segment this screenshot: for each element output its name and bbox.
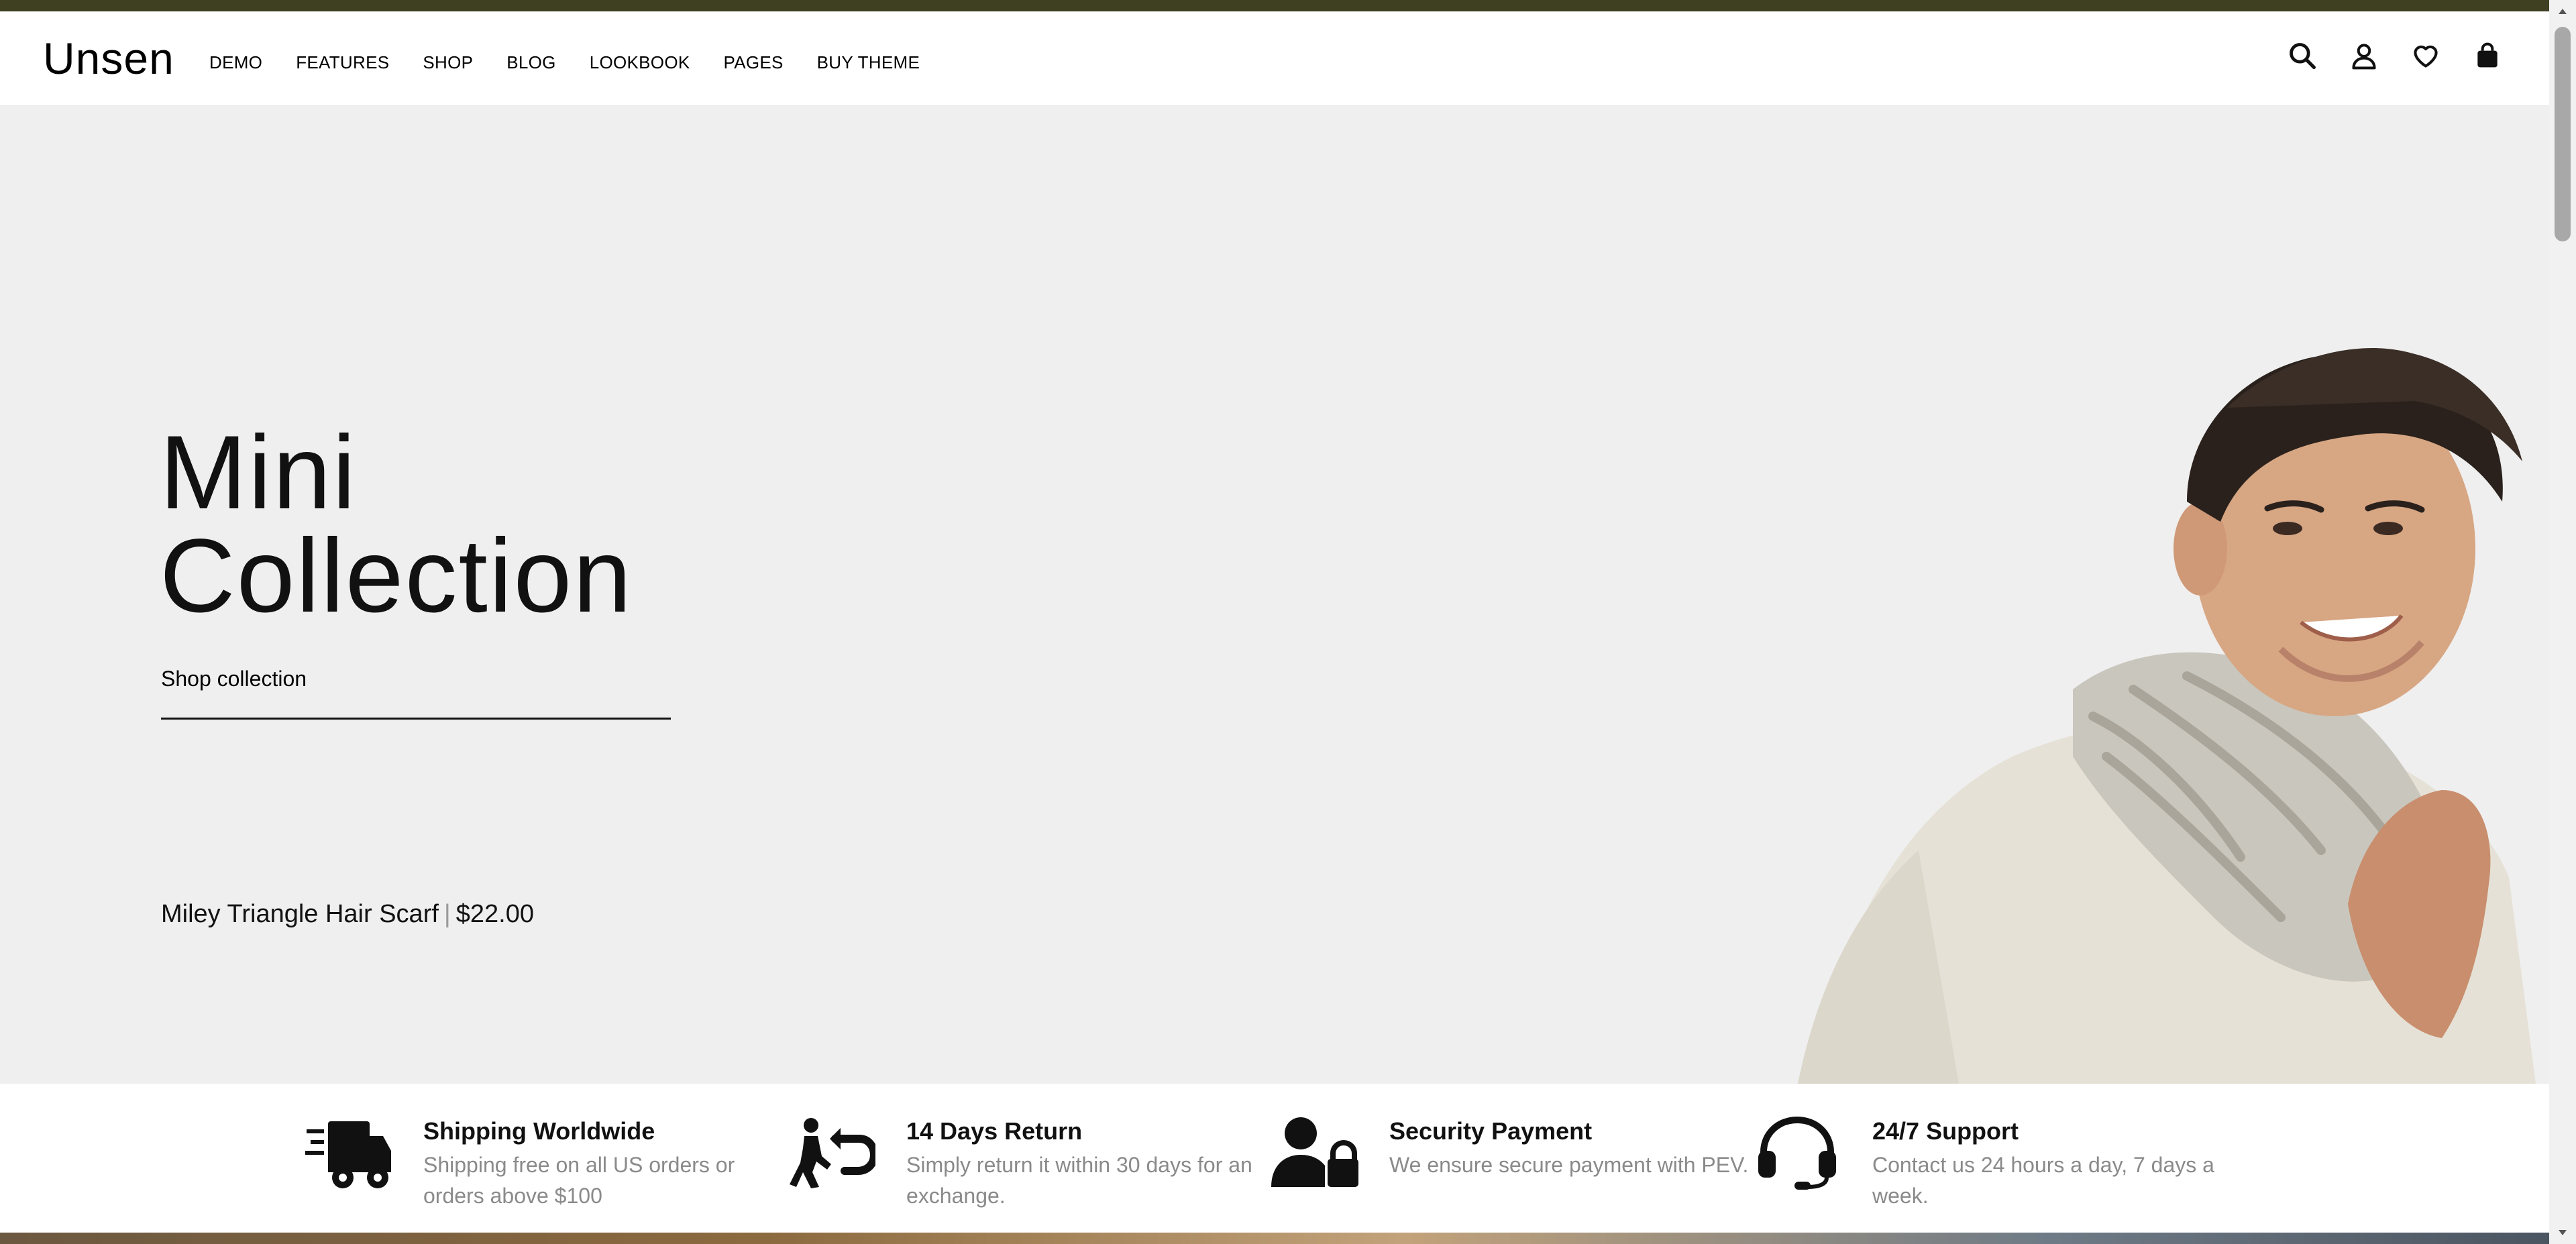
scroll-up-icon[interactable] — [2549, 0, 2576, 23]
hero-model-image — [1798, 348, 2536, 1084]
shop-collection-link[interactable]: Shop collection — [161, 664, 671, 720]
nav-pages[interactable]: PAGES — [723, 50, 783, 74]
site-header: Unsen DEMO FEATURES SHOP BLOG LOOKBOOK P… — [0, 11, 2549, 106]
announcement-bar — [0, 0, 2549, 11]
feature-title: Security Payment — [1389, 1117, 1593, 1145]
feature-desc: Shipping free on all US orders or orders… — [423, 1153, 735, 1208]
nav-shop[interactable]: SHOP — [423, 50, 473, 74]
feature-desc: We ensure secure payment with PEV. — [1389, 1153, 1749, 1177]
account-icon[interactable] — [2349, 41, 2379, 70]
headset-icon — [1758, 1116, 1836, 1190]
scrollbar-thumb[interactable] — [2555, 27, 2571, 241]
nav-demo[interactable]: DEMO — [209, 50, 262, 74]
page-scrollbar[interactable] — [2549, 0, 2576, 1244]
nav-features[interactable]: FEATURES — [296, 50, 389, 74]
header-icons — [2288, 41, 2502, 70]
hero-banner: Mini Collection Shop collection Miley Tr… — [0, 106, 2549, 1084]
feature-desc: Simply return it within 30 days for an e… — [906, 1153, 1252, 1208]
scroll-down-icon[interactable] — [2549, 1221, 2576, 1244]
feature-return: 14 Days Return Simply return it within 3… — [788, 1116, 1271, 1217]
nav-buy-theme[interactable]: BUY THEME — [817, 50, 920, 74]
product-name: Miley Triangle Hair Scarf — [161, 900, 439, 928]
nav-lookbook[interactable]: LOOKBOOK — [590, 50, 690, 74]
delivery-truck-icon — [305, 1121, 391, 1188]
return-icon — [790, 1118, 875, 1188]
nav-blog[interactable]: BLOG — [506, 50, 555, 74]
next-section-preview — [0, 1233, 2549, 1244]
user-lock-icon — [1271, 1117, 1358, 1187]
product-price: $22.00 — [455, 900, 535, 928]
site-logo[interactable]: Unsen — [43, 32, 174, 85]
hero-title: Mini Collection — [160, 414, 633, 634]
hero-title-line-1: Mini — [160, 414, 358, 531]
feature-support: 24/7 Support Contact us 24 hours a day, … — [1754, 1116, 2237, 1217]
separator: | — [443, 900, 451, 928]
hero-product-info[interactable]: Miley Triangle Hair Scarf | $22.00 — [161, 897, 534, 931]
cart-bag-icon[interactable] — [2473, 41, 2502, 70]
feature-security: Security Payment We ensure secure paymen… — [1271, 1116, 1754, 1217]
feature-desc: Contact us 24 hours a day, 7 days a week… — [1872, 1153, 2214, 1208]
search-icon[interactable] — [2288, 41, 2317, 70]
feature-title: 14 Days Return — [906, 1117, 1083, 1145]
main-nav: DEMO FEATURES SHOP BLOG LOOKBOOK PAGES B… — [209, 50, 953, 74]
features-strip: Shipping Worldwide Shipping free on all … — [0, 1084, 2549, 1233]
feature-title: 24/7 Support — [1872, 1117, 2019, 1145]
hero-title-line-2: Collection — [160, 518, 633, 634]
wishlist-heart-icon[interactable] — [2411, 41, 2440, 70]
feature-title: Shipping Worldwide — [423, 1117, 655, 1145]
feature-shipping: Shipping Worldwide Shipping free on all … — [305, 1116, 788, 1217]
